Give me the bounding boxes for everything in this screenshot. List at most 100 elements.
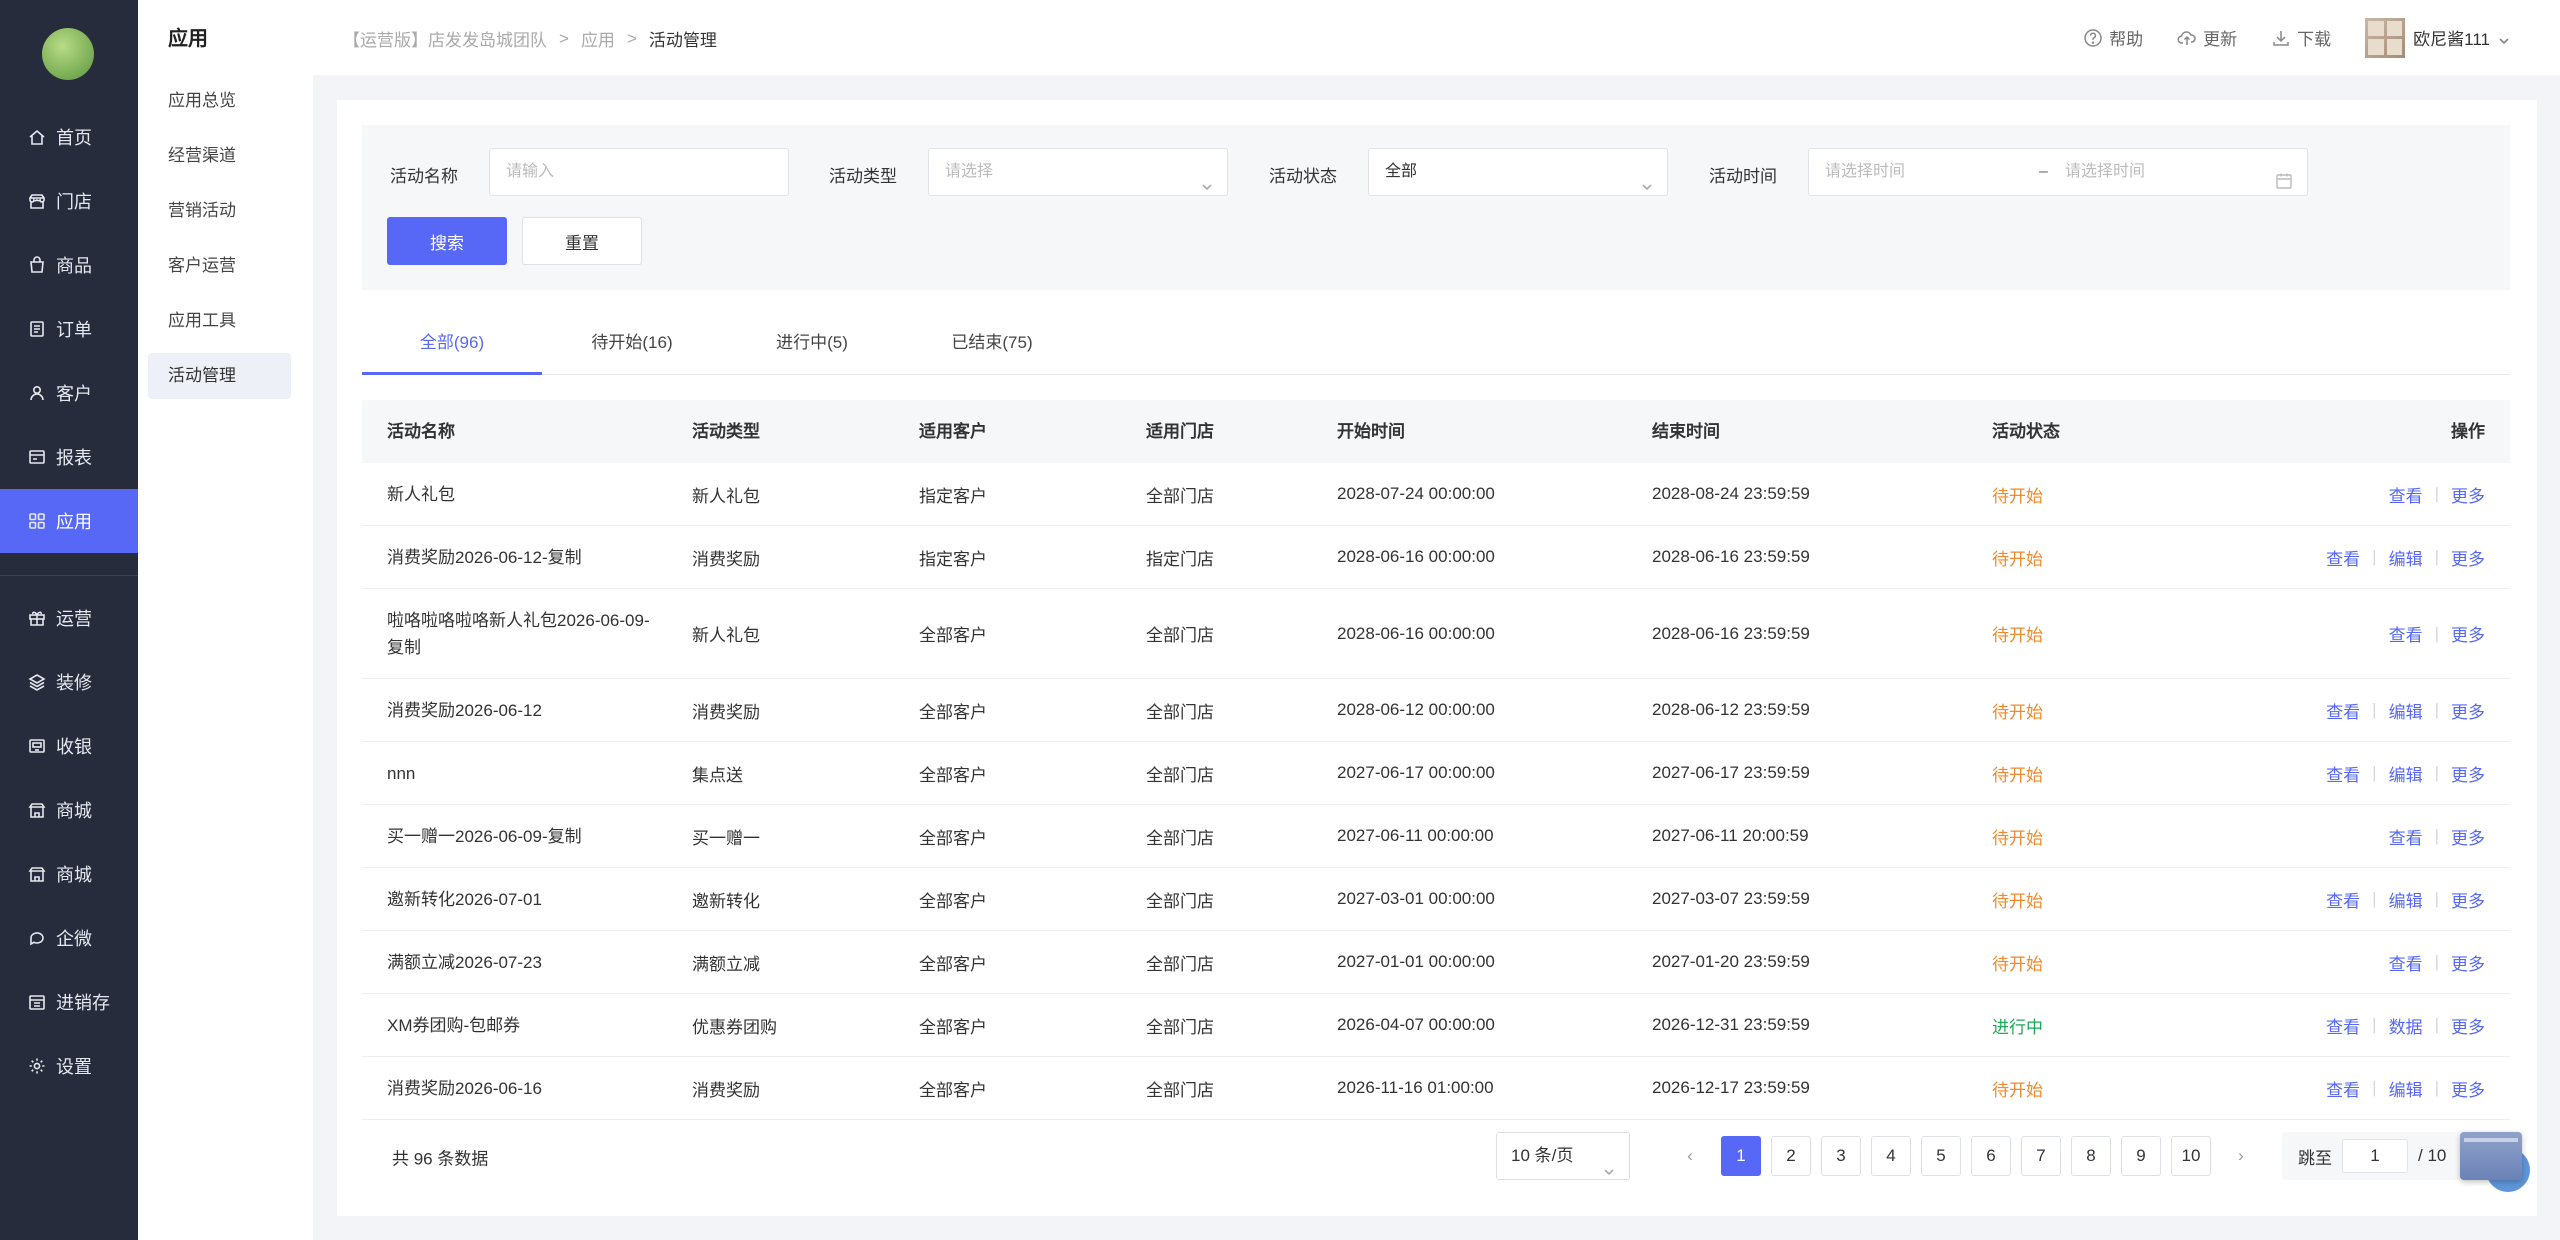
row-action-link[interactable]: 查看 (2389, 621, 2423, 646)
row-action-link[interactable]: 编辑 (2389, 698, 2423, 723)
sub-nav-item[interactable]: 经营渠道 (148, 133, 291, 179)
page-size-select[interactable]: 10 条/页 (1496, 1132, 1630, 1180)
row-action-link[interactable]: 更多 (2451, 887, 2485, 912)
row-action-link[interactable]: 查看 (2326, 1013, 2360, 1038)
status-tab[interactable]: 全部(96) (362, 310, 542, 375)
page-button[interactable]: 9 (2121, 1136, 2161, 1176)
page-button[interactable]: 4 (1871, 1136, 1911, 1176)
activity-time-range[interactable]: 请选择时间 – 请选择时间 (1808, 148, 2308, 196)
row-action-link[interactable]: 查看 (2389, 482, 2423, 507)
row-action-link[interactable]: 编辑 (2389, 1076, 2423, 1101)
rail-item-label: 装修 (56, 673, 92, 693)
breadcrumb-team[interactable]: 【运营版】店发发岛城团队 (343, 26, 547, 51)
page-button[interactable]: 7 (2021, 1136, 2061, 1176)
row-action-link[interactable]: 更多 (2451, 1013, 2485, 1038)
rail-item-gear[interactable]: 设置 (0, 1034, 138, 1098)
page-button[interactable]: 5 (1921, 1136, 1961, 1176)
rail-item-bag[interactable]: 商品 (0, 233, 138, 297)
row-action-link[interactable]: 更多 (2451, 950, 2485, 975)
floating-widget-icon[interactable] (2460, 1132, 2522, 1180)
download-button[interactable]: 下载 (2271, 25, 2331, 50)
rail-item-cashier[interactable]: 收银 (0, 714, 138, 778)
cell-start: 2027-06-11 00:00:00 (1337, 826, 1494, 845)
cell-customer: 全部客户 (919, 626, 987, 645)
page-button[interactable]: 8 (2071, 1136, 2111, 1176)
row-action-link[interactable]: 编辑 (2389, 761, 2423, 786)
row-action-link[interactable]: 编辑 (2389, 545, 2423, 570)
sub-nav-item[interactable]: 营销活动 (148, 188, 291, 234)
reset-button[interactable]: 重置 (522, 217, 642, 265)
shop-avatar[interactable] (42, 28, 94, 80)
row-action-link[interactable]: 数据 (2389, 1013, 2423, 1038)
row-action-link[interactable]: 更多 (2451, 482, 2485, 507)
next-page-icon[interactable]: › (2221, 1136, 2261, 1176)
sub-nav-item[interactable]: 活动管理 (148, 353, 291, 399)
row-action-link[interactable]: 更多 (2451, 761, 2485, 786)
activity-name-input[interactable]: 请输入 (489, 148, 789, 196)
time-start-input[interactable]: 请选择时间 (1825, 163, 1905, 180)
rail-item-report[interactable]: 报表 (0, 425, 138, 489)
rail-item-mall[interactable]: 商城 (0, 842, 138, 906)
cell-customer: 全部客户 (919, 765, 987, 785)
download-icon (2273, 30, 2289, 46)
rail-item-user[interactable]: 客户 (0, 361, 138, 425)
rail-item-grid[interactable]: 应用 (0, 489, 138, 553)
column-header: 活动类型 (692, 422, 760, 441)
row-action-link[interactable]: 更多 (2451, 698, 2485, 723)
page-button[interactable]: 1 (1721, 1136, 1761, 1176)
row-action-link[interactable]: 查看 (2326, 1076, 2360, 1101)
cell-status: 待开始 (1992, 626, 2043, 645)
chevron-down-icon[interactable] (2498, 32, 2510, 44)
sub-nav-item[interactable]: 应用总览 (148, 78, 291, 124)
action-divider: | (2372, 700, 2377, 719)
rail-item-order[interactable]: 订单 (0, 297, 138, 361)
row-action-link[interactable]: 查看 (2326, 761, 2360, 786)
cell-store: 全部门店 (1146, 765, 1214, 785)
rail-item-mall[interactable]: 商城 (0, 778, 138, 842)
row-action-link[interactable]: 查看 (2389, 824, 2423, 849)
help-button[interactable]: 帮助 (2083, 25, 2143, 50)
rail-item-home[interactable]: 首页 (0, 105, 138, 169)
cell-store: 全部门店 (1146, 1080, 1214, 1100)
status-tab[interactable]: 已结束(75) (902, 310, 1082, 375)
sub-nav-item[interactable]: 客户运营 (148, 243, 291, 289)
rail-item-chat[interactable]: 企微 (0, 906, 138, 970)
cell-end: 2027-06-11 20:00:59 (1652, 826, 1809, 845)
rail-item-label: 企微 (56, 929, 92, 949)
page-button[interactable]: 2 (1771, 1136, 1811, 1176)
sub-nav-item[interactable]: 应用工具 (148, 298, 291, 344)
activity-type-select[interactable]: 请选择 (928, 148, 1228, 196)
row-action-link[interactable]: 查看 (2326, 887, 2360, 912)
filter-time-label: 活动时间 (1709, 167, 1777, 186)
prev-page-icon[interactable]: ‹ (1670, 1136, 1710, 1176)
rail-item-store[interactable]: 门店 (0, 169, 138, 233)
page-button[interactable]: 6 (1971, 1136, 2011, 1176)
activity-status-select[interactable]: 全部 (1368, 148, 1668, 196)
row-action-link[interactable]: 更多 (2451, 824, 2485, 849)
row-action-link[interactable]: 编辑 (2389, 887, 2423, 912)
page-button[interactable]: 10 (2171, 1136, 2211, 1176)
home-icon (28, 128, 46, 146)
breadcrumb-app[interactable]: 应用 (581, 26, 615, 51)
status-tab[interactable]: 待开始(16) (542, 310, 722, 375)
time-end-input[interactable]: 请选择时间 (2065, 149, 2145, 195)
update-button[interactable]: 更新 (2177, 25, 2237, 50)
row-action-link[interactable]: 查看 (2326, 545, 2360, 570)
jump-page-input[interactable]: 1 (2342, 1139, 2408, 1173)
user-avatar[interactable] (2365, 17, 2406, 58)
rail-item-gift[interactable]: 运营 (0, 586, 138, 650)
user-name[interactable]: 欧尼酱111 (2413, 25, 2490, 50)
order-icon (28, 320, 46, 338)
row-action-link[interactable]: 查看 (2389, 950, 2423, 975)
row-action-link[interactable]: 更多 (2451, 545, 2485, 570)
rail-item-layers[interactable]: 装修 (0, 650, 138, 714)
rail-item-inventory[interactable]: 进销存 (0, 970, 138, 1034)
status-tab[interactable]: 进行中(5) (722, 310, 902, 375)
row-action-link[interactable]: 更多 (2451, 1076, 2485, 1101)
activity-type-placeholder: 请选择 (945, 163, 994, 180)
row-action-link[interactable]: 更多 (2451, 621, 2485, 646)
search-button[interactable]: 搜索 (387, 217, 507, 265)
row-action-link[interactable]: 查看 (2326, 698, 2360, 723)
jump-label: 跳至 (2298, 1148, 2332, 1168)
page-button[interactable]: 3 (1821, 1136, 1861, 1176)
